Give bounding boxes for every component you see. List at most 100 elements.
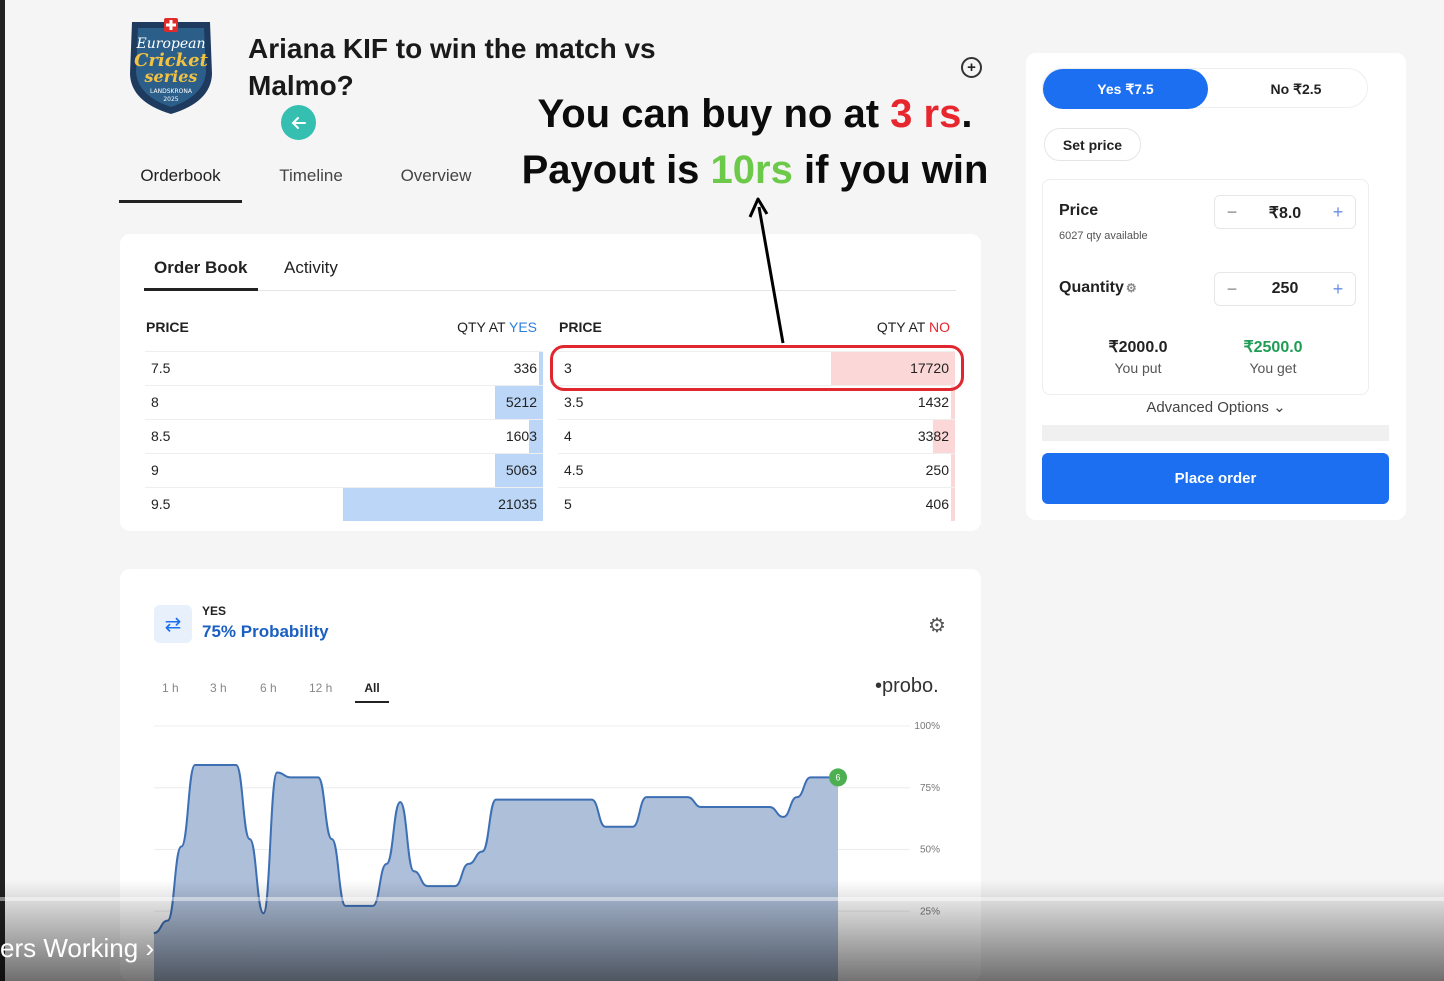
market-tabs: Orderbook Timeline Overview	[119, 160, 492, 203]
chevron-right-icon: ›	[145, 933, 155, 963]
you-get-value: ₹2500.0	[1243, 339, 1303, 356]
back-button[interactable]	[281, 105, 316, 140]
annotation-text: You can buy no at	[537, 92, 891, 136]
orderbook-row[interactable]: 8.5 1603	[145, 419, 543, 453]
depth-bar	[951, 386, 955, 419]
row-price: 9	[151, 462, 159, 478]
data-point	[769, 806, 771, 808]
set-price-tab[interactable]: Set price	[1044, 128, 1141, 161]
data-point	[618, 826, 620, 828]
order-form: Price 6027 qty available − ₹8.0 + Quanti…	[1042, 179, 1369, 395]
orderbook-row[interactable]: 4.5 250	[558, 453, 955, 487]
current-point-label: 6	[835, 772, 840, 782]
row-price: 7.5	[151, 360, 171, 376]
plus-icon[interactable]: +	[1327, 202, 1349, 224]
data-point	[481, 851, 483, 852]
orderbook-row[interactable]: 5 406	[558, 487, 955, 521]
data-point	[577, 799, 579, 801]
annotation-circle	[550, 345, 964, 391]
data-point	[249, 838, 251, 840]
yes-option-button[interactable]: Yes ₹7.5	[1043, 69, 1208, 109]
data-point	[810, 776, 812, 778]
order-panel: Yes ₹7.5 No ₹2.5 Set price Price 6027 qt…	[1026, 53, 1406, 520]
chevron-down-icon: ⌄	[1273, 399, 1286, 416]
yes-price-header: PRICE	[146, 319, 189, 335]
orderbook-row[interactable]: 8 5212	[145, 385, 543, 419]
advanced-options-toggle[interactable]: Advanced Options ⌄	[1026, 398, 1406, 416]
data-point	[495, 799, 497, 801]
data-point	[673, 796, 675, 798]
data-point	[386, 863, 388, 865]
range-12h[interactable]: 12 h	[309, 681, 332, 695]
data-point	[331, 838, 333, 840]
data-point	[221, 764, 223, 766]
range-all[interactable]: All	[355, 681, 389, 703]
row-qty: 1603	[505, 428, 537, 444]
range-6h[interactable]: 6 h	[260, 681, 277, 695]
you-get-label: You get	[1249, 360, 1297, 376]
side-toggle: Yes ₹7.5 No ₹2.5	[1042, 68, 1369, 109]
advanced-options-text: Advanced Options	[1146, 399, 1269, 416]
data-point	[823, 776, 825, 778]
tab-overview[interactable]: Overview	[380, 160, 492, 203]
row-qty: 406	[925, 496, 949, 512]
qty-yes-header: QTY AT YES	[456, 319, 537, 335]
tab-activity[interactable]: Activity	[284, 258, 338, 291]
video-progress-bar[interactable]	[0, 897, 1444, 901]
qty-header-text: QTY AT	[457, 319, 509, 335]
annotation-text: if you win	[792, 148, 989, 192]
data-point	[782, 816, 784, 818]
data-point	[317, 776, 319, 778]
row-price: 4	[564, 428, 572, 444]
annotation-highlight: 3 rs	[890, 92, 962, 136]
y-tick-label: 50%	[920, 845, 940, 856]
chapter-text: ers Working	[0, 933, 139, 963]
y-tick-label: 75%	[920, 783, 940, 794]
data-point	[180, 846, 182, 848]
window-edge	[0, 0, 5, 981]
annotation-arrow	[748, 197, 785, 344]
range-1h[interactable]: 1 h	[162, 681, 179, 695]
data-point	[550, 799, 552, 801]
tab-timeline[interactable]: Timeline	[242, 160, 380, 203]
row-qty: 5063	[505, 462, 537, 478]
info-icon[interactable]: ⚙	[1126, 281, 1137, 295]
row-qty: 1432	[917, 394, 949, 410]
row-price: 8.5	[151, 428, 171, 444]
price-label: Price	[1059, 202, 1099, 219]
data-point	[796, 796, 798, 798]
tab-order-book[interactable]: Order Book	[144, 258, 258, 291]
row-qty: 3382	[917, 428, 949, 444]
qty-available-text: 6027 qty available	[1059, 230, 1148, 242]
tab-orderbook[interactable]: Orderbook	[119, 160, 242, 203]
data-point	[468, 863, 470, 865]
data-point	[755, 806, 757, 808]
qty-header-text: QTY AT	[876, 319, 929, 335]
no-option-button[interactable]: No ₹2.5	[1223, 69, 1369, 109]
row-qty: 336	[513, 360, 537, 376]
chapter-title[interactable]: ers Working ›	[0, 933, 154, 964]
price-stepper[interactable]: − ₹8.0 +	[1214, 195, 1356, 229]
data-point	[714, 806, 716, 808]
quantity-stepper[interactable]: − 250 +	[1214, 272, 1356, 306]
data-point	[741, 806, 743, 808]
swap-icon[interactable]: ⇄	[154, 605, 192, 643]
add-icon[interactable]: +	[961, 57, 982, 78]
orderbook-row[interactable]: 4 3382	[558, 419, 955, 453]
row-price: 8	[151, 394, 159, 410]
probability-value: 75% Probability	[202, 622, 329, 641]
row-price: 9.5	[151, 496, 171, 512]
data-point	[303, 776, 305, 778]
orderbook-row[interactable]: 9 5063	[145, 453, 543, 487]
data-point	[290, 776, 292, 778]
gear-icon[interactable]: ⚙	[928, 613, 946, 638]
data-point	[563, 799, 565, 801]
data-point	[604, 826, 606, 828]
orderbook-row[interactable]: 9.5 21035	[145, 487, 543, 521]
plus-icon[interactable]: +	[1327, 279, 1349, 301]
data-point	[522, 799, 524, 801]
place-order-button[interactable]: Place order	[1042, 453, 1389, 504]
event-logo: European Cricket series LANDSKRONA 2025	[120, 14, 222, 116]
orderbook-row[interactable]: 7.5 336	[145, 351, 543, 385]
range-3h[interactable]: 3 h	[210, 681, 227, 695]
